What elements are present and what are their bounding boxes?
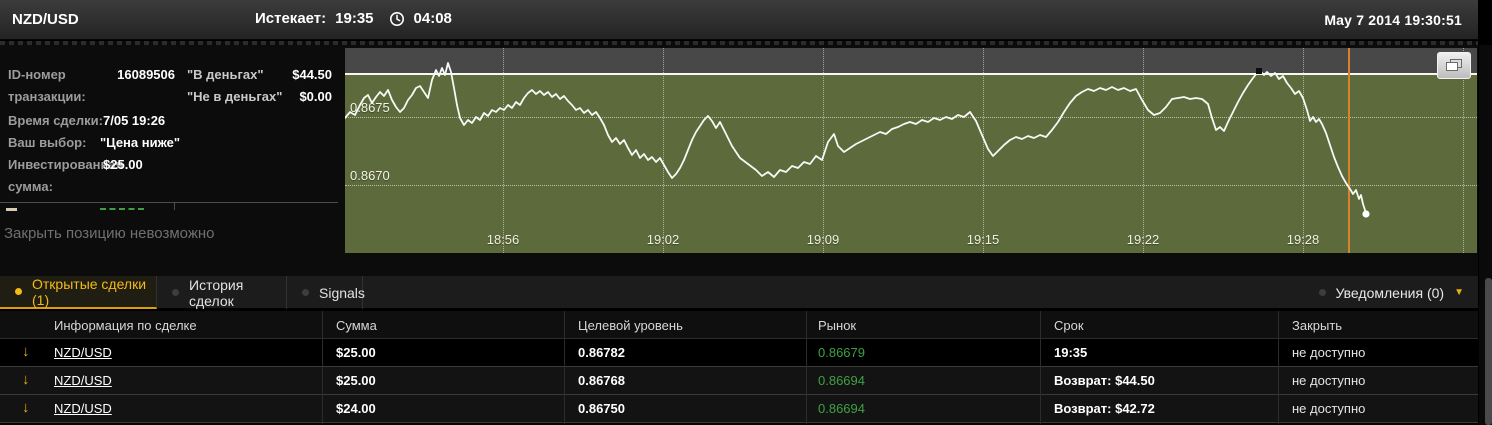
main-area: ID-номер транзакции: 16089506 "В деньгах… xyxy=(0,45,1478,276)
trade-time-value: 7/05 19:26 xyxy=(103,113,166,128)
trade-market-price: 0.86694 xyxy=(818,373,865,388)
notification-dot-icon xyxy=(1318,289,1326,296)
open-trades-table: Информация по сделке Сумма Целевой урове… xyxy=(0,311,1478,424)
table-header-row: Информация по сделке Сумма Целевой урове… xyxy=(0,311,1478,339)
trade-asset-link[interactable]: NZD/USD xyxy=(54,401,112,416)
collapse-dash-icon[interactable] xyxy=(6,208,17,211)
active-tab-dot-icon xyxy=(15,288,22,295)
asset-symbol: NZD/USD xyxy=(12,11,79,28)
trade-target-level: 0.86768 xyxy=(578,373,625,388)
choice-label: Ваш выбор: xyxy=(8,135,87,150)
col-header-close: Закрыть xyxy=(1292,318,1343,333)
tab-trade-history[interactable]: История сделок xyxy=(157,276,287,309)
price-chart[interactable]: 0.8675 0.8670 18:56 19:02 19:09 19:15 19:22 19:… xyxy=(345,48,1477,253)
out-money-value: $0.00 xyxy=(299,89,332,104)
invested-value: $25.00 xyxy=(103,157,143,172)
col-header-term: Срок xyxy=(1054,318,1084,333)
trade-market-price: 0.86679 xyxy=(818,345,865,360)
tab-label: Signals xyxy=(319,284,365,301)
trade-amount: $25.00 xyxy=(336,373,376,388)
in-money-label: "В деньгах" xyxy=(187,67,264,82)
trade-target-level: 0.86750 xyxy=(578,401,625,416)
tab-label: История сделок xyxy=(189,276,244,309)
column-divider xyxy=(806,311,807,424)
tab-dot-icon xyxy=(172,289,179,296)
down-arrow-icon: ↓ xyxy=(22,399,30,416)
clock-icon xyxy=(389,11,405,27)
trade-target-level: 0.86782 xyxy=(578,345,625,360)
id-label-line1: ID-номер xyxy=(8,67,66,82)
notifications-label: Уведомления (0) xyxy=(1335,284,1445,301)
tab-signals[interactable]: Signals xyxy=(287,276,365,309)
down-arrow-icon: ↓ xyxy=(22,343,30,360)
trade-row[interactable]: ↓ NZD/USD $25.00 0.86782 0.86679 19:35 не дост… xyxy=(0,339,1478,367)
server-datetime: May 7 2014 19:30:51 xyxy=(1324,12,1462,28)
invested-label-line2: сумма: xyxy=(8,179,53,194)
column-divider xyxy=(322,311,323,424)
panel-divider-tick xyxy=(174,202,175,210)
trade-row[interactable]: ↓ NZD/USD $25.00 0.86768 0.86694 Возврат: $44… xyxy=(0,367,1478,395)
bottom-tabs-bar: Открытые сделки (1) История сделок Signals… xyxy=(0,276,1478,309)
price-series xyxy=(345,62,1370,218)
top-bar: NZD/USD Истекает: 19:35 04:08 May 7 2014… xyxy=(0,0,1478,40)
price-line-legend-dash xyxy=(100,208,144,210)
chevron-down-icon: ▼ xyxy=(1454,286,1464,298)
trade-amount: $25.00 xyxy=(336,345,376,360)
position-info-panel: ID-номер транзакции: 16089506 "В деньгах… xyxy=(0,45,340,276)
scrollbar-thumb[interactable] xyxy=(1485,278,1492,425)
countdown-timer: 04:08 xyxy=(413,10,452,27)
transaction-id: 16089506 xyxy=(117,67,175,82)
close-position-note: Закрыть позицию невозможно xyxy=(4,225,215,242)
col-header-amount: Сумма xyxy=(336,318,377,333)
tab-label: Открытые сделки (1) xyxy=(32,275,147,308)
expires-label: Истекает: xyxy=(255,10,327,27)
expiry-group: Истекает: 19:35 04:08 xyxy=(255,10,452,27)
tab-dot-icon xyxy=(302,289,309,296)
column-divider xyxy=(1040,311,1041,424)
column-divider xyxy=(1278,311,1279,424)
out-money-label: "Не в деньгах" xyxy=(187,89,283,104)
trade-amount: $24.00 xyxy=(336,401,376,416)
column-divider xyxy=(564,311,565,424)
choice-value: "Цена ниже" xyxy=(100,135,181,150)
trade-asset-link[interactable]: NZD/USD xyxy=(54,345,112,360)
trade-row[interactable]: ↓ NZD/USD $24.00 0.86750 0.86694 Возврат: $42… xyxy=(0,395,1478,423)
windows-icon xyxy=(1446,59,1462,71)
expires-time: 19:35 xyxy=(335,10,374,27)
panel-divider xyxy=(0,202,338,203)
col-header-market: Рынок xyxy=(818,318,857,333)
trades-table-body: ↓ NZD/USD $25.00 0.86782 0.86679 19:35 не дост… xyxy=(0,339,1478,423)
trade-term: Возврат: $42.72 xyxy=(1054,401,1155,416)
trade-time-label: Время сделки: xyxy=(8,113,103,128)
notifications-toggle[interactable]: Уведомления (0) ▼ xyxy=(1318,276,1464,309)
expand-chart-button[interactable] xyxy=(1437,52,1471,79)
trade-market-price: 0.86694 xyxy=(818,401,865,416)
trade-close-status: не доступно xyxy=(1292,401,1366,416)
tab-open-trades[interactable]: Открытые сделки (1) xyxy=(0,276,157,309)
id-label-line2: транзакции: xyxy=(8,89,86,104)
down-arrow-icon: ↓ xyxy=(22,371,30,388)
trade-close-status: не доступно xyxy=(1292,345,1366,360)
trade-close-status: не доступно xyxy=(1292,373,1366,388)
col-header-info: Информация по сделке xyxy=(54,318,197,333)
trade-term: 19:35 xyxy=(1054,345,1088,360)
col-header-target: Целевой уровень xyxy=(578,318,683,333)
trade-term: Возврат: $44.50 xyxy=(1054,373,1155,388)
in-money-value: $44.50 xyxy=(292,67,332,82)
entry-point-marker xyxy=(1256,68,1262,74)
current-price-dot xyxy=(1362,210,1370,218)
trade-asset-link[interactable]: NZD/USD xyxy=(54,373,112,388)
